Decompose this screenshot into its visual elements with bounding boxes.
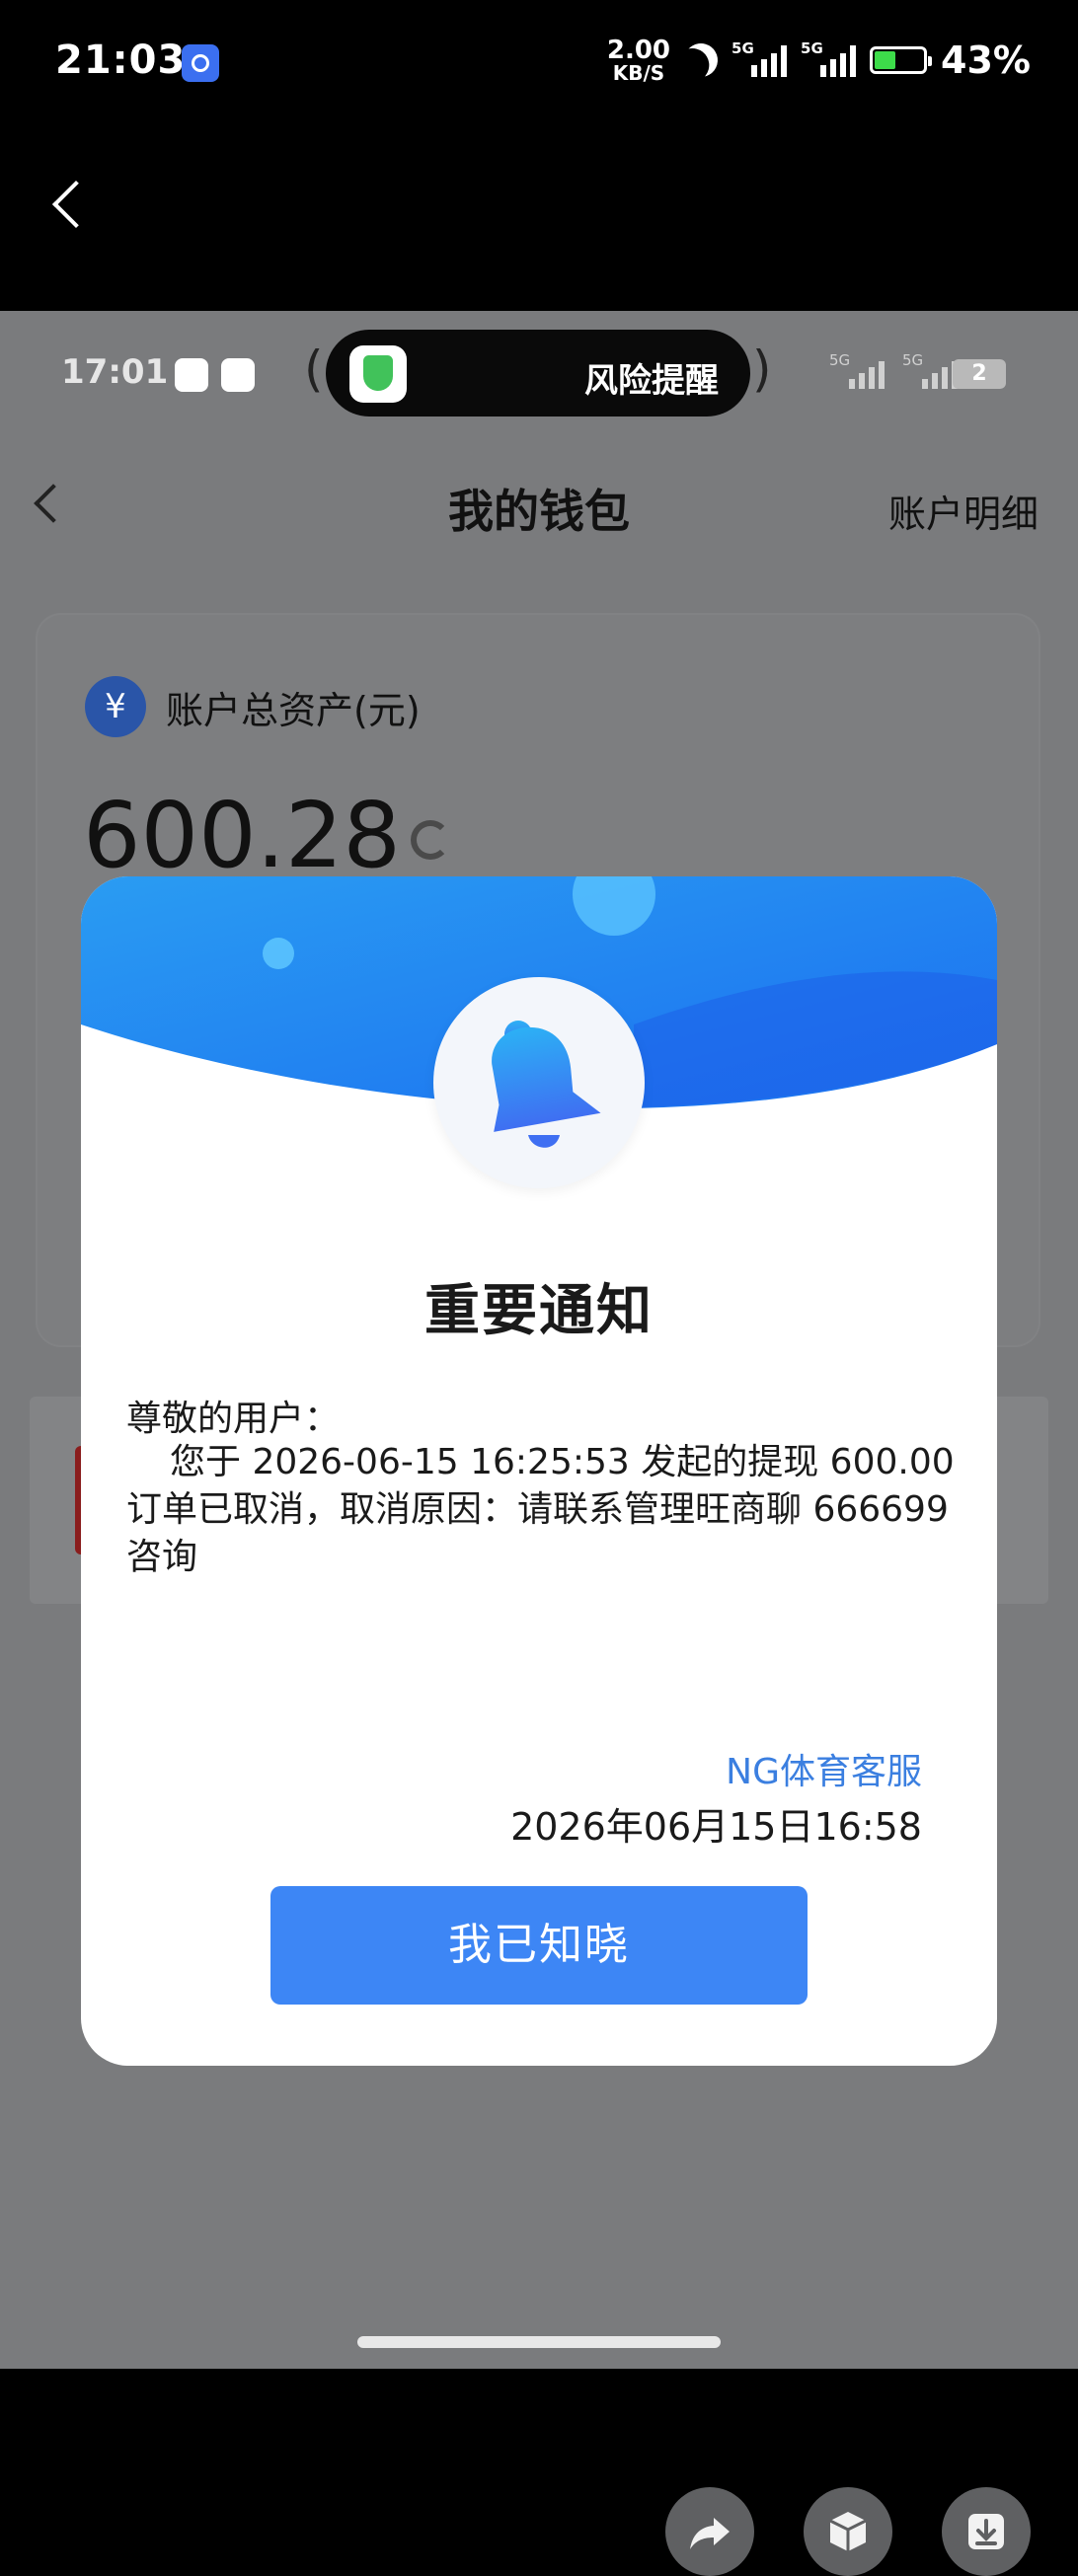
home-indicator[interactable] bbox=[357, 2336, 721, 2348]
battery-badge: 2 bbox=[953, 359, 1006, 389]
status-icons: 2.00 KB/S 5G 5G 43% bbox=[607, 38, 1031, 83]
box-button[interactable] bbox=[804, 2487, 892, 2576]
yen-icon: ¥ bbox=[85, 676, 146, 737]
network-speed: 2.00 KB/S bbox=[606, 36, 671, 85]
risk-alert-label: 风险提醒 bbox=[584, 361, 719, 401]
signal-icon-2: 5G bbox=[902, 351, 958, 389]
page-header: 我的钱包 账户明细 bbox=[0, 434, 1078, 577]
inner-status-bar: 17:01 ( 风险提醒 ) 5G 5G 2 bbox=[0, 311, 1078, 434]
acknowledge-button[interactable]: 我已知晓 bbox=[270, 1886, 808, 2005]
signal-icon: 5G bbox=[829, 351, 885, 389]
asset-amount: 600.28 bbox=[83, 783, 401, 888]
battery-icon bbox=[870, 46, 933, 74]
account-detail-link[interactable]: 账户明细 bbox=[888, 484, 1039, 538]
signal-icon: 5G bbox=[732, 39, 788, 77]
share-button[interactable] bbox=[665, 2487, 754, 2576]
moon-icon bbox=[678, 38, 724, 83]
asset-label: 账户总资产(元) bbox=[166, 689, 421, 732]
browser-icon bbox=[221, 358, 255, 392]
inner-signal-group: 5G 5G bbox=[829, 351, 958, 389]
signal-icon-2: 5G bbox=[801, 39, 857, 77]
notice-dialog: 重要通知 尊敬的用户： 您于 2026-06-15 16:25:53 发起的提现… bbox=[81, 876, 997, 2066]
back-arrow-icon[interactable] bbox=[51, 180, 101, 229]
dialog-body: 您于 2026-06-15 16:25:53 发起的提现 600.00 订单已取… bbox=[126, 1442, 955, 1577]
pill-bracket-right: ) bbox=[752, 341, 772, 398]
pill-bracket-left: ( bbox=[304, 341, 324, 398]
shield-icon bbox=[349, 345, 407, 403]
dialog-date: 2026年06月15日16:58 bbox=[510, 1805, 922, 1849]
inner-clock: 17:01 bbox=[61, 352, 169, 392]
dialog-signer: NG体育客服 bbox=[726, 1752, 922, 1792]
dialog-greeting: 尊敬的用户： bbox=[126, 1399, 341, 1439]
outer-status-bar: 21:03 2.00 KB/S 5G 5G 43% bbox=[0, 0, 1078, 128]
battery-percent: 43% bbox=[941, 38, 1031, 82]
risk-alert-pill[interactable]: 风险提醒 bbox=[326, 330, 750, 417]
bell-icon bbox=[492, 1021, 601, 1148]
bell-badge bbox=[433, 977, 645, 1188]
mail-icon bbox=[175, 358, 208, 392]
refresh-icon[interactable] bbox=[411, 820, 450, 860]
download-icon bbox=[968, 2514, 1004, 2549]
share-icon bbox=[690, 2518, 730, 2549]
clock: 21:03 bbox=[55, 38, 187, 83]
app-notification-icon bbox=[182, 44, 219, 82]
download-button[interactable] bbox=[942, 2487, 1031, 2576]
dialog-heading: 重要通知 bbox=[424, 1279, 654, 1343]
cube-icon bbox=[829, 2512, 867, 2551]
